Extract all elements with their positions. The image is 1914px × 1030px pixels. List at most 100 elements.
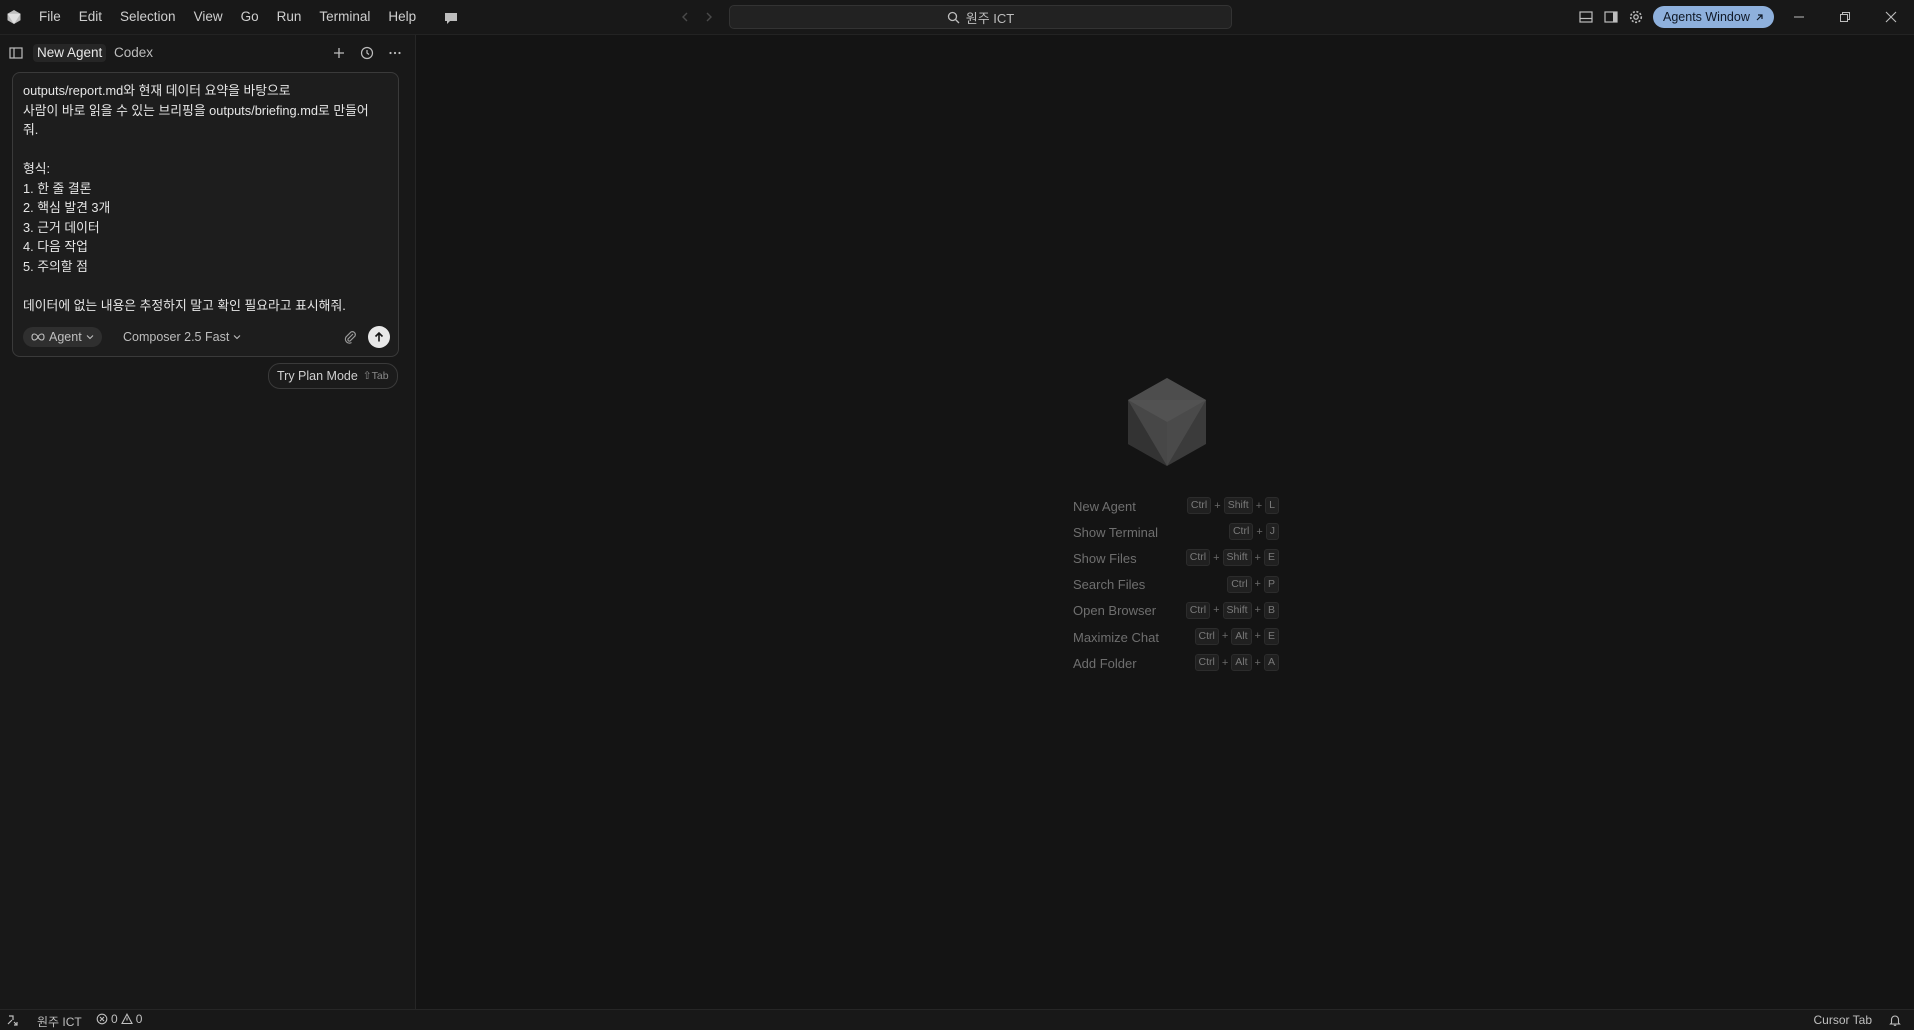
keycap: Shift [1222,549,1252,567]
shortcut-row[interactable]: Search Files Ctrl + P [1073,572,1279,598]
key-separator: + [1214,499,1221,512]
send-button[interactable] [368,326,390,348]
menu-item-run[interactable]: Run [268,0,311,34]
chevron-down-icon [86,333,94,341]
search-label: 원주 ICT [965,10,1015,26]
settings-gear-icon[interactable] [1628,9,1644,25]
restore-icon [1840,12,1850,22]
shortcut-label: Search Files [1073,577,1146,593]
menu-item-selection[interactable]: Selection [111,0,185,34]
keycap: Shift [1222,601,1252,619]
shortcut-row[interactable]: Show Files Ctrl + Shift + E [1073,545,1279,571]
command-center-search[interactable]: 원주 ICT [729,5,1232,29]
keycap: E [1263,627,1279,645]
notifications-bell-icon[interactable] [1888,1013,1902,1027]
cursor-tab-status[interactable]: Cursor Tab [1814,1013,1872,1027]
shortcut-keys: Ctrl + Shift + E [1185,549,1279,567]
shortcut-label: Show Files [1073,550,1137,566]
prompt-input[interactable]: outputs/report.md와 현재 데이터 요약을 바탕으로 사람이 바… [23,81,393,315]
sidebar-header-actions [331,45,403,61]
attach-paperclip-icon[interactable] [342,329,358,345]
keycap: A [1263,654,1279,672]
error-count: 0 [111,1012,118,1026]
menu-item-view[interactable]: View [185,0,232,34]
plan-mode-label: Try Plan Mode [277,369,358,383]
remote-connection-icon[interactable] [6,1013,20,1027]
plan-mode-shortcut: ⇧Tab [362,370,389,382]
agents-window-label: Agents Window [1663,10,1750,24]
shortcut-label: Maximize Chat [1073,629,1159,645]
external-link-icon [1755,13,1764,22]
shortcut-label: New Agent [1073,498,1136,514]
key-separator: + [1256,525,1263,538]
agents-window-button[interactable]: Agents Window [1653,6,1774,28]
shortcut-label: Open Browser [1073,603,1157,619]
tab-codex[interactable]: Codex [110,44,157,62]
minimize-button[interactable] [1776,0,1822,34]
cursor-logo-icon[interactable] [6,9,22,25]
close-icon [1885,11,1897,23]
key-separator: + [1254,656,1261,669]
forward-arrow-icon[interactable] [702,10,716,24]
error-icon [96,1013,108,1025]
keycap: Ctrl [1194,654,1219,672]
key-separator: + [1221,630,1229,643]
infinity-icon [31,332,45,342]
keycap: Shift [1223,497,1253,514]
warning-icon [120,1013,133,1025]
restore-button[interactable] [1822,0,1868,34]
cursor-cube-logo-icon [1126,376,1208,468]
back-arrow-icon[interactable] [678,10,692,24]
layout-controls [1578,9,1644,25]
model-selector[interactable]: Composer 2.5 Fast [123,326,241,348]
navigation-arrows [678,10,716,24]
agent-composer[interactable]: outputs/report.md와 현재 데이터 요약을 바탕으로 사람이 바… [12,72,399,357]
problems-indicator[interactable]: 0 0 [96,1012,142,1026]
key-separator: + [1254,604,1261,617]
new-chat-plus-icon[interactable] [331,45,347,61]
try-plan-mode-button[interactable]: Try Plan Mode ⇧Tab [268,363,398,389]
keycap: Ctrl [1228,523,1254,541]
keycap: P [1263,575,1279,593]
close-button[interactable] [1868,0,1914,34]
shortcut-keys: Ctrl + Alt + A [1194,654,1279,672]
shortcut-row[interactable]: Open Browser Ctrl + Shift + B [1073,598,1279,624]
workspace-name[interactable]: 원주 ICT [37,1013,82,1030]
shortcut-list: New Agent Ctrl + Shift + L Show Terminal Ctrl + J… [1073,493,1279,676]
keycap: Ctrl [1185,601,1211,619]
arrow-up-icon [374,331,384,342]
shortcut-keys: Ctrl + Shift + B [1185,601,1279,619]
history-clock-icon[interactable] [359,45,375,61]
keycap: J [1265,523,1279,541]
shortcut-keys: Ctrl + P [1227,575,1279,593]
shortcut-keys: Ctrl + Alt + E [1194,627,1279,645]
shortcut-row[interactable]: Maximize Chat Ctrl + Alt + E [1073,624,1279,650]
agent-sidebar: New Agent Codex outputs/report.md와 현재 데이… [0,35,416,1009]
search-icon [947,11,960,24]
menu-item-terminal[interactable]: Terminal [310,0,379,34]
key-separator: + [1213,604,1220,617]
shortcut-row[interactable]: Show Terminal Ctrl + J [1073,519,1279,545]
menu-item-file[interactable]: File [30,0,70,34]
key-separator: + [1213,551,1220,564]
more-options-icon[interactable] [387,45,403,61]
keycap: Ctrl [1185,549,1211,567]
shortcut-keys: Ctrl + Shift + L [1186,497,1279,514]
shortcut-label: Show Terminal [1073,524,1159,540]
shortcut-row[interactable]: Add Folder Ctrl + Alt + A [1073,650,1279,676]
menu-item-help[interactable]: Help [379,0,425,34]
shortcut-row[interactable]: New Agent Ctrl + Shift + L [1073,493,1279,519]
toggle-secondary-sidebar-icon[interactable] [1603,9,1619,25]
toggle-panel-icon[interactable] [1578,9,1594,25]
key-separator: + [1254,630,1261,643]
warning-count: 0 [135,1012,143,1026]
keycap: Ctrl [1227,575,1252,593]
toggle-sidebar-icon[interactable] [8,45,24,61]
key-separator: + [1254,551,1261,564]
menu-item-go[interactable]: Go [232,0,268,34]
agent-mode-dropdown[interactable]: Agent [23,327,102,347]
chat-icon[interactable] [442,9,460,27]
tab-new-agent[interactable]: New Agent [33,44,107,62]
keycap: L [1265,497,1279,514]
menu-item-edit[interactable]: Edit [70,0,111,34]
